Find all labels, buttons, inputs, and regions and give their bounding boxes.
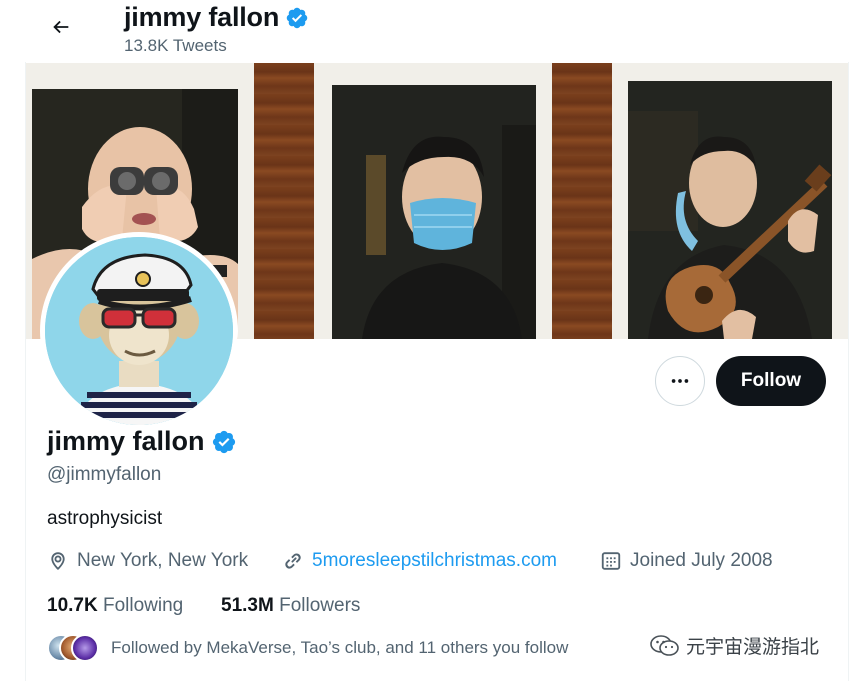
profile-avatar[interactable]	[40, 232, 238, 430]
verified-badge-icon[interactable]	[211, 429, 237, 455]
follower-avatar	[71, 634, 99, 662]
profile-name-text: jimmy fallon	[47, 426, 205, 456]
profile-location: New York, New York	[47, 550, 248, 572]
verified-badge-icon	[286, 7, 308, 28]
following-count: 10.7K	[47, 595, 98, 616]
followed-by-row[interactable]: Followed by MekaVerse, Tao’s club, and 1…	[47, 634, 568, 662]
profile-bio: astrophysicist	[47, 508, 163, 529]
column-border-right	[848, 62, 849, 681]
wechat-icon	[650, 634, 679, 656]
banner-wood-strip	[252, 63, 314, 339]
banner-polaroid	[314, 63, 552, 339]
more-options-button[interactable]	[655, 356, 705, 406]
followers-stat[interactable]: 51.3M Followers	[221, 595, 360, 617]
profile-joined: Joined July 2008	[600, 550, 773, 572]
follow-button[interactable]: Follow	[716, 356, 826, 406]
watermark: 元宇宙漫游指北	[650, 632, 819, 659]
watermark-text: 元宇宙漫游指北	[686, 637, 820, 658]
location-pin-icon	[51, 552, 65, 570]
link-icon	[285, 553, 301, 569]
profile-website[interactable]: 5moresleepstilchristmas.com	[282, 550, 557, 572]
location-text: New York, New York	[77, 550, 249, 571]
avatar-image-bored-ape	[45, 237, 233, 425]
followers-count: 51.3M	[221, 595, 274, 616]
back-arrow-icon	[53, 20, 69, 34]
profile-header: jimmy fallon 13.8K Tweets	[0, 0, 865, 62]
more-dots-icon	[671, 379, 689, 383]
banner-wood-strip	[552, 63, 612, 339]
following-stat[interactable]: 10.7K Following	[47, 595, 183, 617]
website-link[interactable]: 5moresleepstilchristmas.com	[312, 550, 557, 572]
followed-by-text: Followed by MekaVerse, Tao’s club, and 1…	[111, 638, 569, 657]
header-title: jimmy fallon	[124, 2, 309, 33]
following-label: Following	[102, 595, 184, 616]
banner-photo-ukulele	[628, 81, 832, 339]
calendar-icon	[601, 552, 621, 570]
followed-by-avatars	[47, 634, 99, 662]
banner-polaroid	[612, 63, 848, 339]
banner-photo-mask	[332, 85, 536, 339]
tweet-count: 13.8K Tweets	[124, 36, 227, 55]
header-name: jimmy fallon	[124, 2, 280, 32]
joined-text: Joined July 2008	[630, 550, 773, 571]
followers-label: Followers	[279, 595, 361, 616]
profile-display-name: jimmy fallon	[47, 426, 237, 457]
back-button[interactable]	[42, 8, 80, 46]
profile-handle: @jimmyfallon	[47, 464, 162, 485]
